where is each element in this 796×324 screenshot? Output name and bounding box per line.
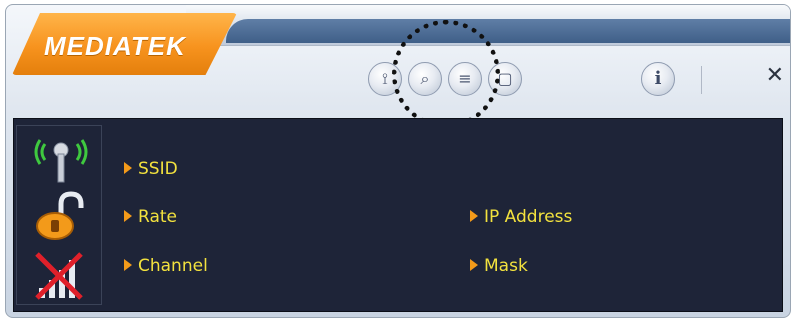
ssid-label: SSID [124, 159, 178, 179]
bullet-arrow-icon [124, 162, 132, 174]
toolbar-separator [701, 66, 702, 94]
brand-logo: MEDIATEK [44, 31, 186, 61]
bullet-arrow-icon [470, 259, 478, 271]
status-icons [16, 125, 102, 305]
bullet-arrow-icon [470, 210, 478, 222]
unlock-icon [36, 191, 84, 240]
info-button[interactable]: i [641, 62, 675, 96]
profile-icon: ⟟ [382, 69, 388, 88]
channel-label: Channel [124, 256, 208, 276]
mask-label: Mask [470, 256, 528, 276]
antenna-icon [34, 139, 88, 183]
bullet-arrow-icon [124, 259, 132, 271]
highlight-circle [392, 20, 500, 128]
bullet-arrow-icon [124, 210, 132, 222]
close-button[interactable]: ✕ [766, 63, 784, 88]
status-panel: SSID Rate Channel IP Address Mask [13, 118, 783, 312]
no-signal-icon [35, 252, 83, 300]
rate-label: Rate [124, 207, 177, 227]
info-icon: i [654, 68, 662, 89]
ip-address-label: IP Address [470, 207, 572, 227]
